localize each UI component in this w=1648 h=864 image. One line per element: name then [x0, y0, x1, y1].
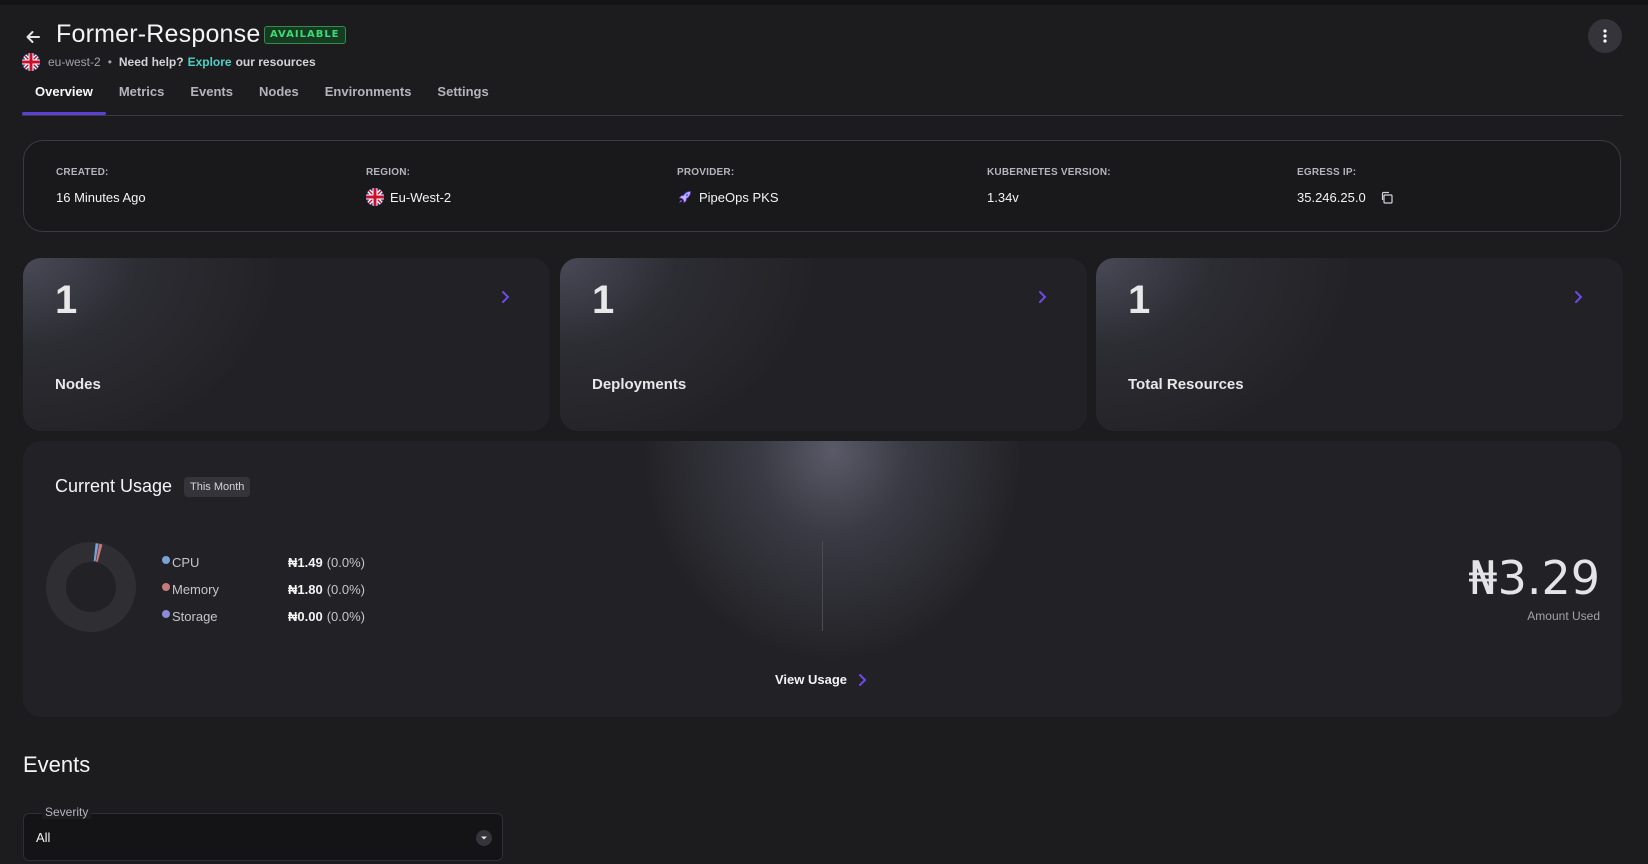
region-code: eu-west-2 [48, 55, 101, 69]
usage-title: Current Usage [55, 476, 173, 496]
cluster-info-card: CREATED: 16 Minutes Ago REGION: Eu-West-… [23, 140, 1621, 232]
caret-down-icon [481, 836, 487, 840]
divider [822, 541, 823, 631]
provider-label: PROVIDER: [677, 167, 735, 178]
stat-label: Total Resources [1128, 376, 1244, 393]
legend-name: Memory [172, 582, 219, 597]
period-badge: This Month [184, 477, 251, 497]
tab-metrics[interactable]: Metrics [106, 80, 178, 113]
total-amount: ₦3.29 [1468, 551, 1600, 605]
severity-value: All [36, 830, 51, 845]
chevron-right-icon [502, 291, 510, 303]
copy-icon [1381, 191, 1393, 204]
chevron-right-icon [1039, 291, 1047, 303]
provider-info: PROVIDER: PipeOps PKS [677, 167, 779, 206]
stat-card-total-resources[interactable]: 1 Total Resources [1096, 258, 1623, 431]
legend-row-cpu: CPU ₦1.49 (0.0%) [162, 549, 365, 576]
region-info: REGION: Eu-West-2 [366, 167, 451, 206]
donut-slice-memory [95, 543, 103, 562]
stat-value: 1 [1128, 278, 1151, 322]
tab-bar: Overview Metrics Events Nodes Environmen… [22, 80, 1623, 116]
uk-flag-icon [22, 53, 40, 71]
help-text: Need help? [118, 55, 184, 69]
uk-flag-icon [366, 188, 384, 206]
current-usage-card: Current Usage This Month CPU ₦1.49 (0.0%… [23, 441, 1622, 717]
more-options-button[interactable] [1588, 19, 1622, 53]
storage-swatch [162, 609, 170, 618]
header-subline: eu-west-2 • Need help? Explore our resou… [22, 53, 316, 71]
usage-legend: CPU ₦1.49 (0.0%) Memory ₦1.80 (0.0%) Sto… [162, 549, 365, 630]
stat-card-nodes[interactable]: 1 Nodes [23, 258, 550, 431]
back-button[interactable] [20, 24, 46, 50]
legend-percent: (0.0%) [326, 609, 365, 624]
severity-select[interactable] [23, 813, 503, 861]
created-label: CREATED: [56, 167, 109, 178]
legend-amount: ₦1.80 [288, 582, 323, 597]
legend-amount: ₦1.49 [288, 555, 323, 570]
tab-nodes[interactable]: Nodes [246, 80, 312, 113]
chevron-right-icon [1575, 291, 1583, 303]
legend-percent: (0.0%) [326, 582, 365, 597]
provider-value: PipeOps PKS [699, 189, 779, 205]
k8s-value: 1.34v [987, 189, 1019, 205]
severity-label: Severity [42, 805, 92, 819]
stat-value: 1 [592, 278, 615, 322]
created-value: 16 Minutes Ago [56, 189, 146, 205]
arrow-left-icon [26, 31, 40, 43]
usage-donut-chart [46, 542, 136, 632]
stat-label: Deployments [592, 376, 687, 393]
region-label: REGION: [366, 167, 411, 178]
stat-value: 1 [55, 278, 78, 322]
view-usage-button[interactable]: View Usage [775, 672, 867, 687]
memory-swatch [162, 582, 170, 591]
copy-button[interactable] [1380, 191, 1393, 204]
region-value: Eu-West-2 [390, 189, 452, 205]
k8s-info: KUBERNETES VERSION: 1.34v [987, 167, 1111, 206]
total-amount-label: Amount Used [1527, 609, 1600, 623]
legend-name: CPU [172, 555, 200, 570]
status-badge: AVAILABLE [264, 26, 346, 44]
rocket-icon [678, 191, 691, 204]
explore-link[interactable]: Explore [188, 55, 232, 69]
kebab-menu-icon [1603, 29, 1607, 43]
tab-events[interactable]: Events [177, 80, 246, 113]
help-rest-text: our resources [235, 55, 316, 69]
severity-dropdown-button[interactable] [476, 830, 492, 846]
events-heading: Events [23, 752, 91, 777]
separator-dot: • [107, 55, 112, 69]
chevron-right-icon [859, 673, 867, 686]
tab-overview[interactable]: Overview [22, 80, 106, 115]
egress-info: EGRESS IP: 35.246.25.0 [1297, 167, 1393, 206]
view-usage-label: View Usage [775, 672, 848, 687]
stat-card-deployments[interactable]: 1 Deployments [560, 258, 1087, 431]
tab-environments[interactable]: Environments [312, 80, 425, 113]
k8s-label: KUBERNETES VERSION: [987, 167, 1111, 178]
page-title: Former-Response [56, 20, 261, 48]
legend-amount: ₦0.00 [288, 609, 323, 624]
created-info: CREATED: 16 Minutes Ago [56, 167, 146, 206]
stat-label: Nodes [55, 376, 101, 393]
legend-row-storage: Storage ₦0.00 (0.0%) [162, 603, 365, 630]
egress-label: EGRESS IP: [1297, 167, 1357, 178]
egress-value: 35.246.25.0 [1297, 189, 1366, 205]
legend-name: Storage [172, 609, 218, 624]
legend-percent: (0.0%) [326, 555, 365, 570]
cpu-swatch [162, 555, 170, 564]
tab-settings[interactable]: Settings [424, 80, 501, 113]
legend-row-memory: Memory ₦1.80 (0.0%) [162, 576, 365, 603]
donut-track [46, 542, 136, 632]
top-strip [0, 0, 1648, 5]
